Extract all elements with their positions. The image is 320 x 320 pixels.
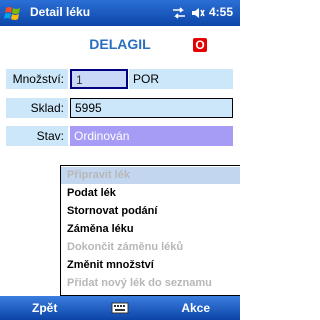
keyboard-icon[interactable]: [111, 301, 129, 315]
menu-item-add-new-drug: Přidat nový lék do seznamu: [67, 277, 212, 289]
menu-item-cancel-administration[interactable]: Stornovat podání: [61, 203, 240, 220]
title-bar: Detail léku 4:55: [0, 0, 240, 26]
warehouse-field[interactable]: 5995: [70, 98, 233, 118]
menu-item-finish-substitution: Dokončit záměnu léků: [67, 241, 184, 253]
volume-icon[interactable]: [191, 6, 205, 20]
menu-item-prepare: Připravit lék: [61, 167, 240, 184]
quantity-label: Množství:: [6, 69, 68, 89]
softkey-bar: Zpět Akce: [0, 296, 240, 320]
menu-item-substitute-drug[interactable]: Záměna léku: [61, 221, 240, 238]
clock[interactable]: 4:55: [209, 5, 233, 19]
back-softkey[interactable]: Zpět: [6, 296, 66, 320]
warehouse-label: Sklad:: [6, 98, 68, 118]
menu-item-administer[interactable]: Podat lék: [61, 185, 240, 202]
actions-softkey[interactable]: Akce: [174, 296, 240, 320]
quantity-input[interactable]: 1: [70, 69, 128, 89]
actions-menu: Připravit lék Podat lék Stornovat podání…: [60, 165, 240, 296]
status-value: Ordinován: [70, 126, 233, 146]
windows-start-icon[interactable]: [4, 4, 22, 22]
menu-item-change-quantity[interactable]: Změnit množství: [61, 257, 240, 274]
connectivity-icon[interactable]: [172, 6, 186, 20]
status-label: Stav:: [6, 126, 68, 146]
unit-value: POR: [129, 69, 233, 89]
status-badge: O: [193, 38, 207, 52]
window-title: Detail léku: [30, 5, 91, 19]
